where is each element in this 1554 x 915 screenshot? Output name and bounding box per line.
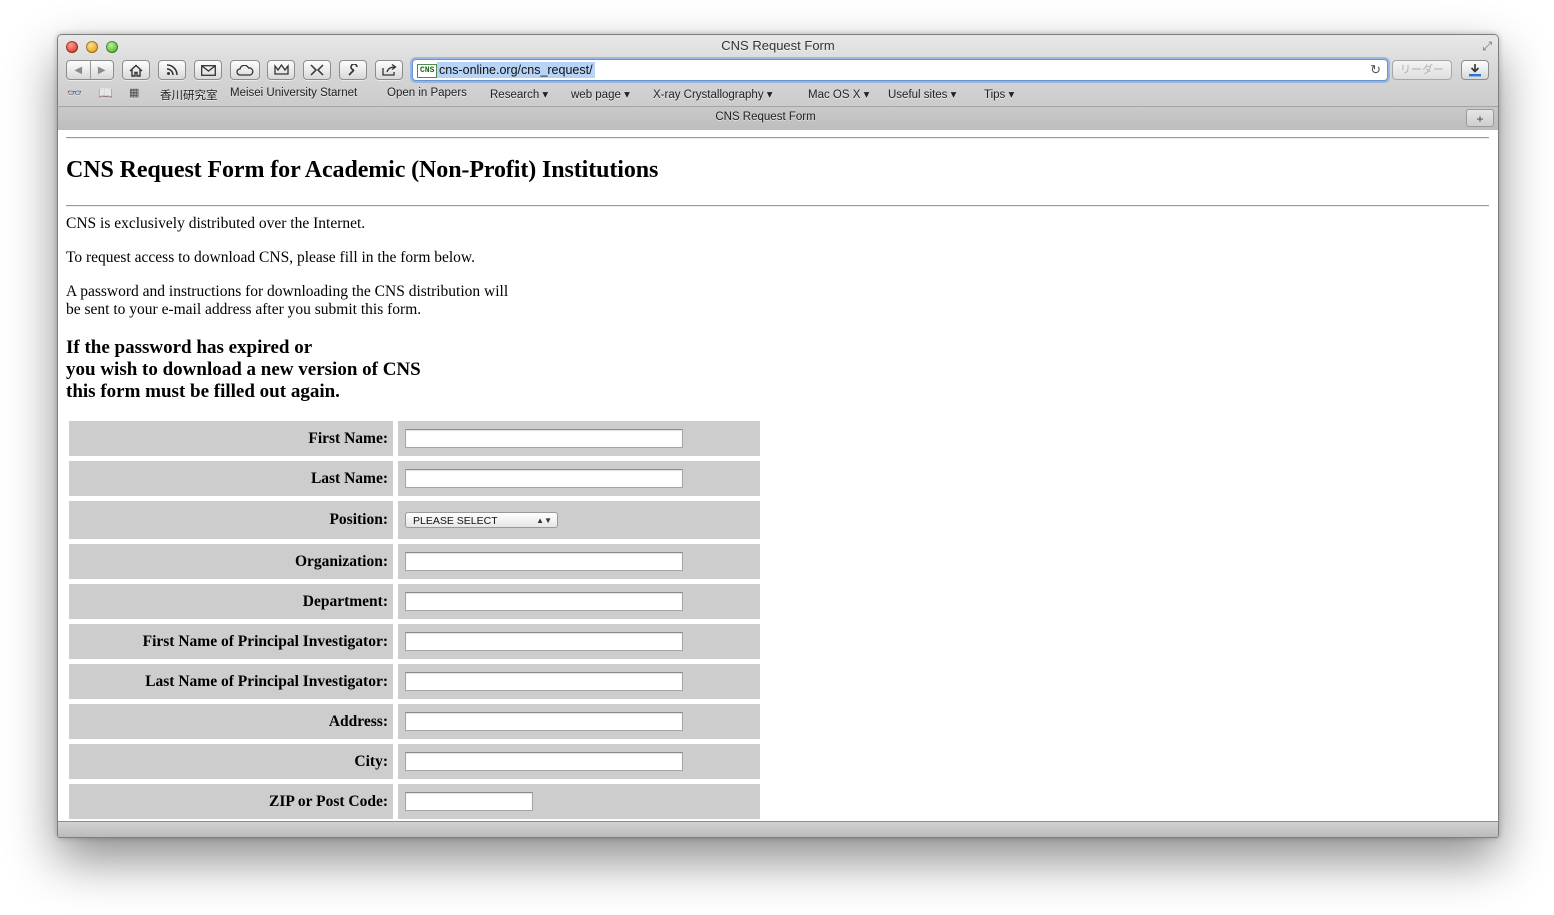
field-cell <box>398 704 760 739</box>
field-cell <box>398 624 760 659</box>
tab-active[interactable]: CNS Request Form <box>58 111 1473 123</box>
collapse-extension-button[interactable] <box>303 60 331 80</box>
url-text[interactable]: cns-online.org/cns_request/ <box>437 62 595 78</box>
bookmark-folder[interactable]: Mac OS X ▾ <box>808 87 869 101</box>
field-label: First Name: <box>69 421 393 456</box>
bookmark-folder[interactable]: Useful sites ▾ <box>888 87 956 101</box>
rss-icon <box>166 64 178 76</box>
field-cell: PLEASE SELECT ▲▼ <box>398 501 760 539</box>
field-label: Last Name of Principal Investigator: <box>69 664 393 699</box>
window-title: CNS Request Form <box>721 38 835 53</box>
icloud-button[interactable] <box>230 60 260 80</box>
zip-input[interactable] <box>405 792 533 811</box>
page-title: CNS Request Form for Academic (Non-Profi… <box>66 157 659 183</box>
wrench-icon <box>347 63 358 76</box>
browser-chrome: CNS Request Form ⤢ ◀ ▶ CNS cns-online.or… <box>58 35 1498 131</box>
reload-icon[interactable]: ↻ <box>1370 62 1381 78</box>
bookmark-folder[interactable]: web page ▾ <box>571 87 630 101</box>
cloud-icon <box>236 64 254 76</box>
rss-button[interactable] <box>158 60 186 80</box>
address-bar[interactable]: CNS cns-online.org/cns_request/ ↻ <box>412 59 1388 81</box>
home-button[interactable] <box>122 60 150 80</box>
notice-line: If the password has expired or <box>66 337 313 358</box>
status-bar <box>58 821 1498 837</box>
site-favicon: CNS <box>417 64 438 78</box>
crown-extension-button[interactable] <box>267 60 295 80</box>
tools-button[interactable] <box>339 60 367 80</box>
crown-icon <box>273 64 289 75</box>
field-label: ZIP or Post Code: <box>69 784 393 819</box>
organization-input[interactable] <box>405 552 683 571</box>
field-label: Department: <box>69 584 393 619</box>
page-content: CNS Request Form for Academic (Non-Profi… <box>58 130 1498 821</box>
field-label: Address: <box>69 704 393 739</box>
bookmark-item[interactable]: Meisei University Starnet <box>230 87 357 99</box>
intro-text-line: be sent to your e-mail address after you… <box>66 301 422 318</box>
share-button[interactable] <box>375 60 403 80</box>
position-selected-value: PLEASE SELECT <box>413 515 498 527</box>
bookmark-item[interactable]: Open in Papers <box>387 87 467 99</box>
position-select[interactable]: PLEASE SELECT ▲▼ <box>405 512 558 528</box>
field-label: Position: <box>69 501 393 539</box>
download-icon <box>1469 64 1481 77</box>
bookmarks-book-icon[interactable]: 📖 <box>98 86 113 100</box>
reading-list-glasses-icon[interactable]: 👓 <box>67 86 82 100</box>
bookmark-folder[interactable]: X-ray Crystallography ▾ <box>653 87 773 101</box>
fullscreen-icon[interactable]: ⤢ <box>1482 39 1492 54</box>
bookmarks-bar: 👓 📖 ▦ 香川研究室 Meisei University Starnet Op… <box>58 86 1498 102</box>
intro-text: CNS is exclusively distributed over the … <box>66 215 366 232</box>
new-tab-button[interactable]: + <box>1466 109 1494 127</box>
city-input[interactable] <box>405 752 683 771</box>
field-cell <box>398 584 760 619</box>
share-icon <box>381 64 397 76</box>
field-cell <box>398 421 760 456</box>
field-label: City: <box>69 744 393 779</box>
notice-line: you wish to download a new version of CN… <box>66 359 421 380</box>
department-input[interactable] <box>405 592 683 611</box>
reader-button[interactable]: リーダー <box>1392 60 1452 80</box>
pi-last-name-input[interactable] <box>405 672 683 691</box>
divider <box>66 137 1489 139</box>
address-input[interactable] <box>405 712 683 731</box>
field-cell <box>398 544 760 579</box>
field-cell <box>398 461 760 496</box>
field-label: Last Name: <box>69 461 393 496</box>
downloads-button[interactable] <box>1461 60 1489 80</box>
field-label: Organization: <box>69 544 393 579</box>
bookmark-item[interactable]: 香川研究室 <box>160 87 218 103</box>
pi-first-name-input[interactable] <box>405 632 683 651</box>
intro-text-line: A password and instructions for download… <box>66 283 509 300</box>
field-cell <box>398 784 760 819</box>
divider <box>66 205 1489 207</box>
mail-icon <box>200 64 216 76</box>
bookmark-folder[interactable]: Research ▾ <box>490 87 548 101</box>
field-cell <box>398 664 760 699</box>
field-label: First Name of Principal Investigator: <box>69 624 393 659</box>
back-button[interactable]: ◀ <box>67 65 90 76</box>
mail-button[interactable] <box>194 60 222 80</box>
back-forward-buttons: ◀ ▶ <box>66 60 114 80</box>
notice-text: If the password has expired or you wish … <box>66 337 421 403</box>
bookmark-folder[interactable]: Tips ▾ <box>984 87 1014 101</box>
top-sites-grid-icon[interactable]: ▦ <box>129 86 139 99</box>
field-cell <box>398 744 760 779</box>
home-icon <box>129 64 143 77</box>
arrows-in-icon <box>310 64 324 76</box>
intro-text: To request access to download CNS, pleas… <box>66 249 475 266</box>
notice-line: this form must be filled out again. <box>66 381 340 402</box>
tab-bar: CNS Request Form + <box>58 106 1498 130</box>
browser-window: CNS Request Form ⤢ ◀ ▶ CNS cns-online.or… <box>57 34 1499 838</box>
forward-button[interactable]: ▶ <box>91 65 114 76</box>
first-name-input[interactable] <box>405 429 683 448</box>
last-name-input[interactable] <box>405 469 683 488</box>
select-arrows-icon: ▲▼ <box>536 516 552 525</box>
